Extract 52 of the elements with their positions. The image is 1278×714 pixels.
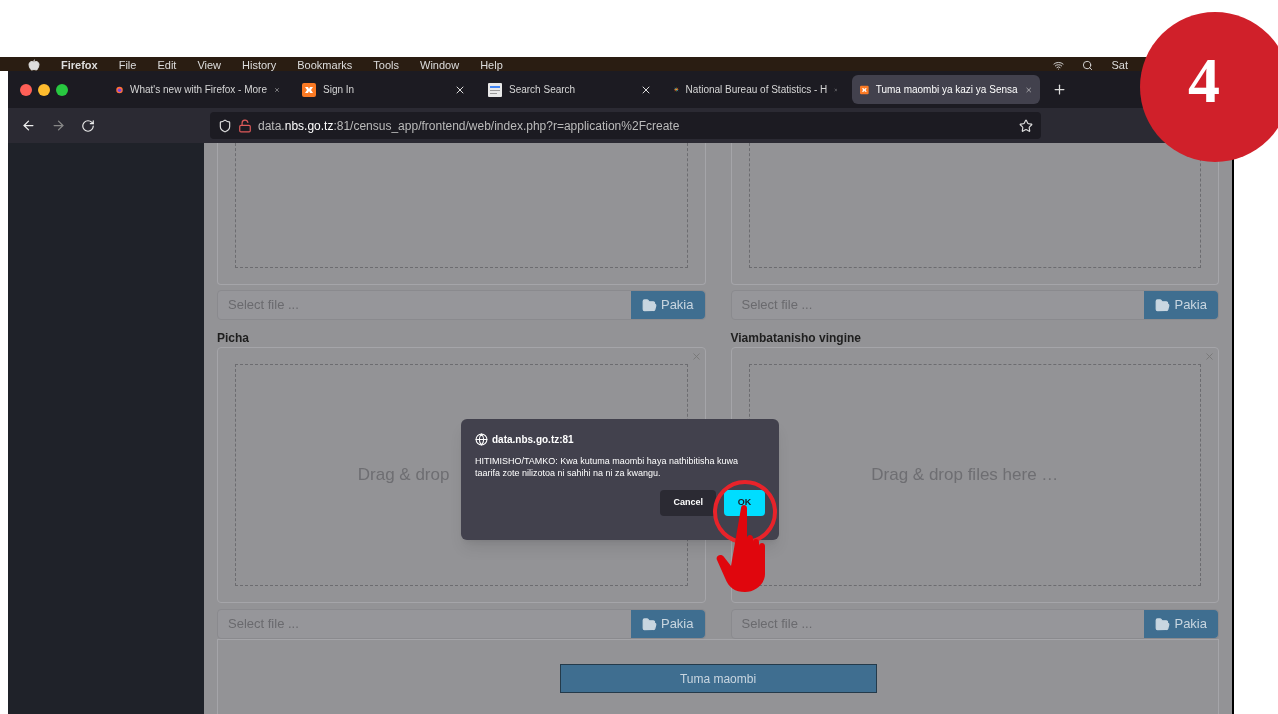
menu-clock: Sat [1111, 60, 1128, 71]
upload-button[interactable]: Pakia [630, 291, 705, 319]
new-tab-icon[interactable] [1052, 82, 1067, 97]
field-label: Picha [217, 330, 250, 347]
menu-item[interactable]: View [197, 60, 222, 71]
upload-button[interactable]: Pakia [630, 610, 705, 638]
folder-icon [641, 616, 657, 632]
tab-title: Search Search [509, 83, 577, 97]
menu-item[interactable]: Help [480, 60, 503, 71]
tab-title: National Bureau of Statistics - H [685, 83, 828, 97]
url-text: data.nbs.go.tz:81/census_app/frontend/web/index.php?r=application%2Fcreate [258, 117, 681, 135]
menu-item[interactable]: Edit [157, 60, 177, 71]
address-bar[interactable]: data.nbs.go.tz:81/census_app/frontend/web/index.php?r=application%2Fcreate [210, 112, 1041, 139]
upload-button[interactable]: Pakia [1144, 291, 1218, 319]
globe-icon [475, 433, 488, 446]
minimize-window-icon[interactable] [38, 83, 50, 96]
folder-icon [1155, 616, 1171, 632]
wifi-icon[interactable] [1053, 60, 1065, 71]
menu-item[interactable]: History [242, 60, 277, 71]
submit-button[interactable]: Tuma maombi [559, 664, 877, 693]
menu-item[interactable]: Bookmarks [297, 60, 353, 71]
field-label: Viambatanisho vingine [730, 330, 862, 347]
folder-icon [1155, 297, 1171, 313]
search-icon[interactable] [1082, 60, 1094, 71]
tab-title: What's new with Firefox - More [130, 83, 267, 97]
browser-tab[interactable]: National Bureau of Statistics - H [666, 75, 846, 104]
menu-item[interactable]: Firefox [61, 60, 98, 71]
forward-icon[interactable] [51, 118, 66, 133]
zoom-window-icon[interactable] [56, 83, 68, 96]
browser-tab[interactable]: Tuma maombi ya kazi ya Sensa [852, 75, 1040, 104]
tab-title: Sign In [323, 83, 356, 97]
cancel-button[interactable]: Cancel [660, 490, 716, 516]
menu-item[interactable]: Tools [373, 60, 399, 71]
browser-tab[interactable]: Sign In [294, 75, 474, 104]
shield-icon[interactable] [218, 118, 232, 133]
menu-item[interactable]: Window [420, 60, 460, 71]
bookmark-star-icon[interactable] [1019, 118, 1033, 133]
apple-logo-icon [28, 59, 40, 71]
menu-item[interactable]: File [118, 60, 137, 71]
insecure-lock-icon[interactable] [238, 118, 252, 133]
tab-title: Tuma maombi ya kazi ya Sensa [875, 83, 1018, 97]
browser-tab[interactable]: Search Search [480, 75, 660, 104]
app-logo-icon [302, 82, 316, 97]
browser-tab[interactable]: What's new with Firefox - More [108, 75, 288, 104]
page-thumbnail-icon [488, 82, 502, 97]
folder-icon [641, 297, 657, 313]
upload-button[interactable]: Pakia [1144, 610, 1218, 638]
dialog-origin: data.nbs.go.tz:81 [492, 433, 574, 447]
reload-icon[interactable] [81, 118, 95, 133]
close-window-icon[interactable] [20, 83, 32, 96]
ok-button[interactable]: OK [724, 490, 765, 516]
back-icon[interactable] [21, 118, 36, 133]
